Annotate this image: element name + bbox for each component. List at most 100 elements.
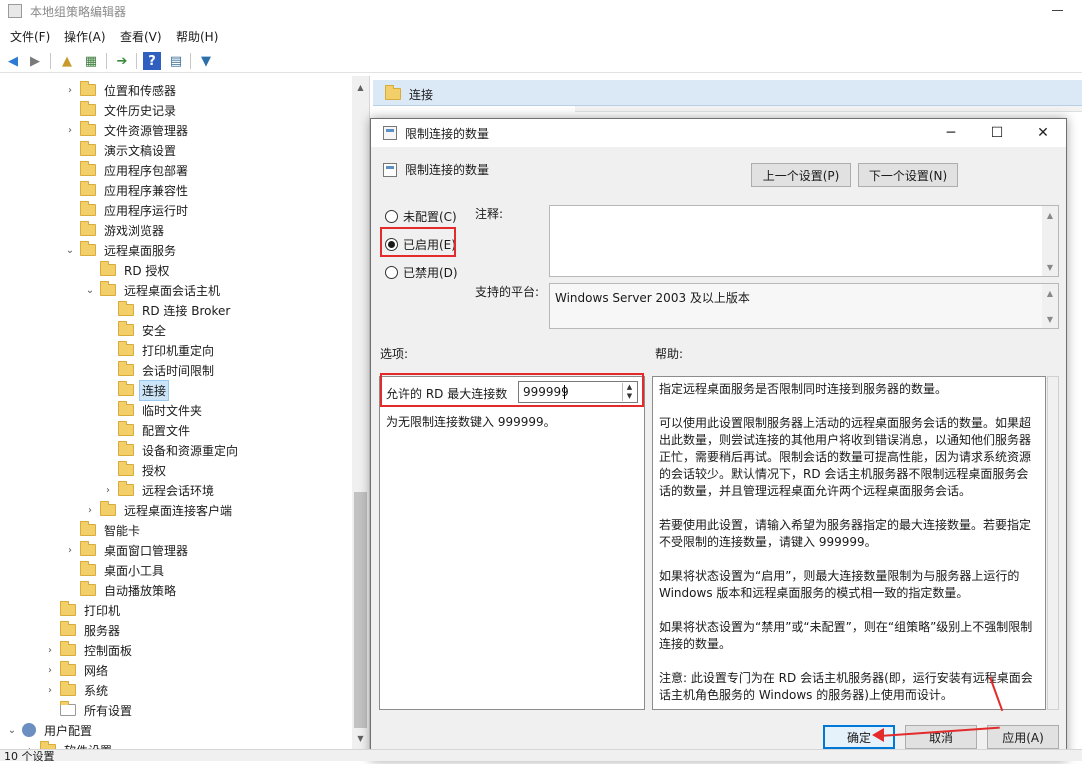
tree-item[interactable]: RD 连接 Broker	[102, 300, 232, 320]
next-setting-button[interactable]: 下一个设置(N)	[858, 163, 958, 187]
tree-item[interactable]: 所有设置	[44, 700, 134, 720]
folder-icon	[80, 581, 96, 596]
help-paragraph: 注意: 此设置专门为在 RD 会话主机服务器(即，运行安装有远程桌面会话主机角色…	[659, 671, 1033, 702]
tree-item[interactable]: 演示文稿设置	[64, 140, 178, 160]
chevron-right-icon[interactable]: ›	[44, 664, 56, 676]
tree-item[interactable]: 打印机重定向	[102, 340, 216, 360]
scroll-down-icon[interactable]: ▼	[1042, 260, 1058, 274]
scroll-down-icon[interactable]: ▼	[352, 731, 369, 745]
chevron-right-icon[interactable]: ›	[44, 684, 56, 696]
tree-item[interactable]: 自动播放策略	[64, 580, 178, 600]
tree-item[interactable]: 服务器	[44, 620, 122, 640]
chevron-right-icon[interactable]: ›	[64, 544, 76, 556]
tree-item[interactable]: 桌面小工具	[64, 560, 166, 580]
arrow-head-icon	[872, 728, 884, 742]
folder-icon	[80, 81, 96, 96]
tree-item[interactable]: ⌄ 远程桌面会话主机	[84, 280, 222, 300]
tree-item-label: 位置和传感器	[104, 83, 177, 98]
platform-scrollbar[interactable]: ▲ ▼	[1042, 284, 1058, 328]
tree-item-label: 自动播放策略	[104, 583, 177, 598]
tree-item[interactable]: 智能卡	[64, 520, 142, 540]
show-hide-tree-icon[interactable]: ▦	[82, 52, 100, 70]
tree-item[interactable]: 会话时间限制	[102, 360, 216, 380]
help-icon[interactable]: ?	[143, 52, 161, 70]
tree-item[interactable]: › 系统	[44, 680, 110, 700]
tree-item-label: 设备和资源重定向	[142, 443, 239, 458]
export-list-icon[interactable]: ➔	[113, 52, 131, 70]
tree-item[interactable]: › 文件资源管理器	[64, 120, 190, 140]
tree-item-label: 应用程序包部署	[104, 163, 189, 178]
chevron-right-icon[interactable]: ›	[64, 84, 76, 96]
tree-item[interactable]: › 远程桌面连接客户端	[84, 500, 234, 520]
menu-help[interactable]: 帮助(H)	[176, 28, 218, 45]
tree-item[interactable]: › 桌面窗口管理器	[64, 540, 190, 560]
radio-not-configured[interactable]: 未配置(C)	[385, 208, 457, 225]
filter-icon[interactable]: ▼	[197, 52, 215, 70]
tree-item[interactable]: 安全	[102, 320, 168, 340]
close-icon[interactable]: ✕	[1020, 119, 1066, 147]
menu-action[interactable]: 操作(A)	[64, 28, 106, 45]
chevron-right-icon[interactable]: ›	[64, 124, 76, 136]
forward-arrow-icon[interactable]: ▶	[26, 52, 44, 70]
tree-item[interactable]: › 网络	[44, 660, 110, 680]
minimize-icon[interactable]	[1052, 10, 1063, 11]
radio-disabled[interactable]: 已禁用(D)	[385, 264, 458, 281]
tree-item[interactable]: RD 授权	[84, 260, 171, 280]
tree-item[interactable]: 应用程序兼容性	[64, 180, 190, 200]
properties-icon[interactable]: ▤	[167, 52, 185, 70]
tree-item[interactable]: 打印机	[44, 600, 122, 620]
menu-file[interactable]: 文件(F)	[10, 28, 50, 45]
scroll-up-icon[interactable]: ▲	[352, 80, 369, 94]
tree-item-label: 打印机	[84, 603, 121, 618]
up-folder-icon[interactable]: ▲	[58, 52, 76, 70]
tree-item-label: 会话时间限制	[142, 363, 215, 378]
ok-button[interactable]: 确定	[823, 725, 895, 749]
tree-item[interactable]: 游戏浏览器	[64, 220, 166, 240]
tree-item[interactable]: 文件历史记录	[64, 100, 178, 120]
scroll-up-icon[interactable]: ▲	[1042, 208, 1058, 222]
tree-item[interactable]: 设备和资源重定向	[102, 440, 240, 460]
toolbar-separator	[190, 53, 191, 69]
folder-icon	[118, 421, 134, 436]
tree-item-label: 远程桌面会话主机	[124, 283, 221, 298]
tree-item[interactable]: 连接	[102, 379, 170, 401]
radio-circle[interactable]	[385, 210, 398, 223]
back-arrow-icon[interactable]: ◀	[4, 52, 22, 70]
policy-icon	[383, 163, 397, 177]
folder-icon	[80, 221, 96, 236]
tree-item[interactable]: 临时文件夹	[102, 400, 204, 420]
scrollbar-thumb[interactable]	[354, 492, 367, 728]
tree-item[interactable]: 应用程序运行时	[64, 200, 190, 220]
chevron-right-icon[interactable]: ›	[44, 644, 56, 656]
comment-textbox[interactable]: ▲ ▼	[549, 205, 1059, 277]
tree-item[interactable]: › 远程会话环境	[102, 480, 216, 500]
folder-header: 连接	[373, 80, 1082, 106]
folder-icon	[118, 401, 134, 416]
tree-item[interactable]: 授权	[102, 460, 168, 480]
tree-item[interactable]: ⌄ 远程桌面服务	[64, 240, 178, 260]
maximize-icon[interactable]: ☐	[974, 119, 1020, 147]
chevron-down-icon[interactable]: ⌄	[6, 724, 18, 736]
tree-item[interactable]: › 位置和传感器	[64, 80, 178, 100]
chevron-down-icon[interactable]: ⌄	[64, 244, 76, 256]
minimize-icon[interactable]: ─	[928, 119, 974, 147]
tree-item[interactable]: › 控制面板	[44, 640, 134, 660]
chevron-right-icon[interactable]: ›	[102, 484, 114, 496]
scroll-down-icon[interactable]: ▼	[1042, 312, 1058, 326]
radio-circle[interactable]	[385, 266, 398, 279]
tree-item[interactable]: ⌄ 用户配置	[6, 720, 94, 740]
tree-item[interactable]: 应用程序包部署	[64, 160, 190, 180]
comment-scrollbar[interactable]: ▲ ▼	[1042, 206, 1058, 276]
menu-view[interactable]: 查看(V)	[120, 28, 162, 45]
scroll-up-icon[interactable]: ▲	[1042, 286, 1058, 300]
chevron-right-icon[interactable]: ›	[84, 504, 96, 516]
help-scrollbar[interactable]	[1047, 376, 1059, 710]
status-bar: 10 个设置	[0, 749, 1082, 763]
tree-item[interactable]: 配置文件	[102, 420, 192, 440]
chevron-down-icon[interactable]: ⌄	[84, 284, 96, 296]
tree-scrollbar[interactable]: ▲ ▼	[352, 76, 369, 749]
previous-setting-button[interactable]: 上一个设置(P)	[751, 163, 851, 187]
